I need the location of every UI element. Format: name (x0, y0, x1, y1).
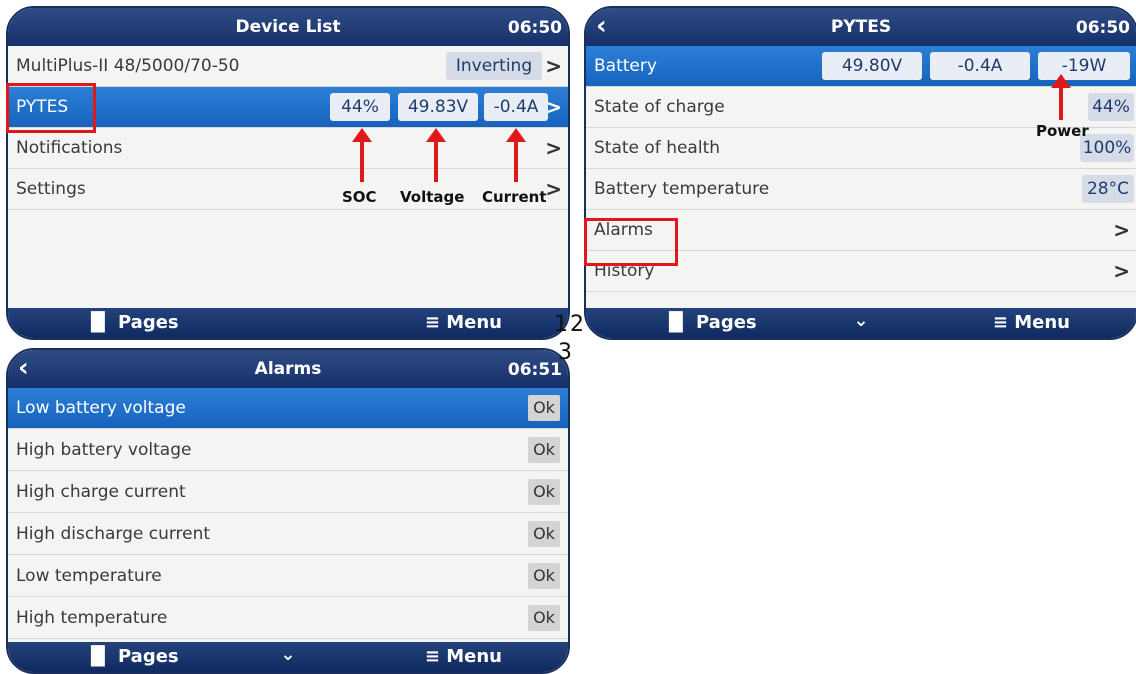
clock: 06:51 (507, 360, 562, 380)
row-label: State of charge (594, 97, 725, 117)
menu-button[interactable]: ≡ Menu (425, 312, 502, 333)
arrow-up-icon (506, 128, 526, 182)
pages-button[interactable]: ▐▌ Pages (84, 312, 179, 333)
alarm-row[interactable]: High charge current Ok (8, 472, 568, 513)
annotation-power: Power (1036, 122, 1089, 140)
status-badge: Inverting (446, 52, 542, 80)
menu-label: Notifications (16, 138, 123, 158)
pytes-screen: ‹ PYTES 06:50 Battery 49.80V -0.4A -19W … (584, 6, 1136, 340)
list-item-temperature[interactable]: Battery temperature 28°C (586, 169, 1136, 210)
footer-bar: ▐▌ Pages ≡ Menu (8, 308, 568, 338)
alarms-screen: ‹ Alarms 06:51 Low battery voltage Ok Hi… (6, 348, 570, 674)
battery-label: Battery (594, 56, 657, 76)
menu-label: Settings (16, 179, 86, 199)
alarm-status: Ok (528, 563, 560, 589)
page-title: Device List (235, 17, 341, 37)
header-bar: ‹ PYTES 06:50 (586, 8, 1136, 46)
highlight-box (6, 83, 96, 133)
arrow-up-icon (426, 128, 446, 182)
annotation-current: Current (482, 188, 547, 206)
footer-bar: ▐▌ Pages ⌄ ≡ Menu (8, 642, 568, 672)
alarm-label: High discharge current (16, 524, 211, 544)
annotation-soc: SOC (342, 188, 377, 206)
list-item-notifications[interactable]: Notifications > (8, 128, 568, 169)
chevron-right-icon: > (545, 95, 562, 119)
alarm-status: Ok (528, 605, 560, 631)
menu-label: Menu (446, 646, 502, 667)
hamburger-menu-icon: ≡ (992, 312, 1008, 333)
bar-chart-icon: ▐▌ (84, 312, 112, 333)
alarm-label: Low temperature (16, 566, 162, 586)
alarm-row[interactable]: High temperature Ok (8, 598, 568, 639)
chevron-right-icon: > (545, 136, 562, 160)
panel-number-3: 3 (558, 340, 572, 365)
annotation-voltage: Voltage (400, 188, 465, 206)
temperature-value: 28°C (1082, 175, 1134, 203)
header-bar: ‹ Alarms 06:51 (8, 350, 568, 388)
arrow-up-icon (352, 128, 372, 182)
device-list-screen: Device List 06:50 MultiPlus-II 48/5000/7… (6, 6, 570, 340)
alarm-row[interactable]: Low battery voltage Ok (8, 388, 568, 429)
row-label: State of health (594, 138, 721, 158)
alarm-label: High battery voltage (16, 440, 192, 460)
current-value: -0.4A (930, 52, 1030, 80)
menu-label: Menu (446, 312, 502, 333)
voltage-value: 49.80V (822, 52, 922, 80)
alarm-row[interactable]: High discharge current Ok (8, 514, 568, 555)
panel-number-1: 1 (554, 312, 568, 337)
alarm-status: Ok (528, 479, 560, 505)
voltage-value: 49.83V (398, 93, 478, 121)
current-value: -0.4A (484, 93, 548, 121)
alarm-status: Ok (528, 395, 560, 421)
alarm-label: Low battery voltage (16, 398, 186, 418)
menu-button[interactable]: ≡ Menu (425, 646, 502, 667)
clock: 06:50 (507, 18, 562, 38)
alarm-status: Ok (528, 437, 560, 463)
row-label: Battery temperature (594, 179, 770, 199)
alarm-label: High temperature (16, 608, 168, 628)
page-title: Alarms (254, 359, 322, 379)
chevron-right-icon: > (1113, 218, 1130, 242)
alarm-row[interactable]: High battery voltage Ok (8, 430, 568, 471)
highlight-box (584, 218, 678, 266)
soc-value: 44% (1088, 93, 1134, 121)
menu-label: Menu (1014, 312, 1070, 333)
alarm-label: High charge current (16, 482, 186, 502)
menu-button[interactable]: ≡ Menu (993, 312, 1070, 333)
header-bar: Device List 06:50 (8, 8, 568, 46)
arrow-up-icon (1051, 74, 1071, 120)
soc-value: 44% (330, 93, 390, 121)
page-title: PYTES (830, 17, 892, 37)
pages-label: Pages (117, 312, 179, 333)
clock: 06:50 (1075, 18, 1130, 38)
panel-number-2: 2 (570, 312, 584, 337)
chevron-right-icon: > (545, 177, 562, 201)
footer-bar: ▐▌ Pages ⌄ ≡ Menu (586, 308, 1136, 338)
chevron-right-icon: > (545, 54, 562, 78)
alarm-status: Ok (528, 521, 560, 547)
device-name: MultiPlus-II 48/5000/70-50 (16, 56, 240, 76)
chevron-right-icon: > (1113, 259, 1130, 283)
alarm-row[interactable]: Low temperature Ok (8, 556, 568, 597)
list-item-multiplus[interactable]: MultiPlus-II 48/5000/70-50 Inverting > (8, 46, 568, 87)
hamburger-menu-icon: ≡ (424, 646, 440, 667)
hamburger-menu-icon: ≡ (424, 312, 440, 333)
